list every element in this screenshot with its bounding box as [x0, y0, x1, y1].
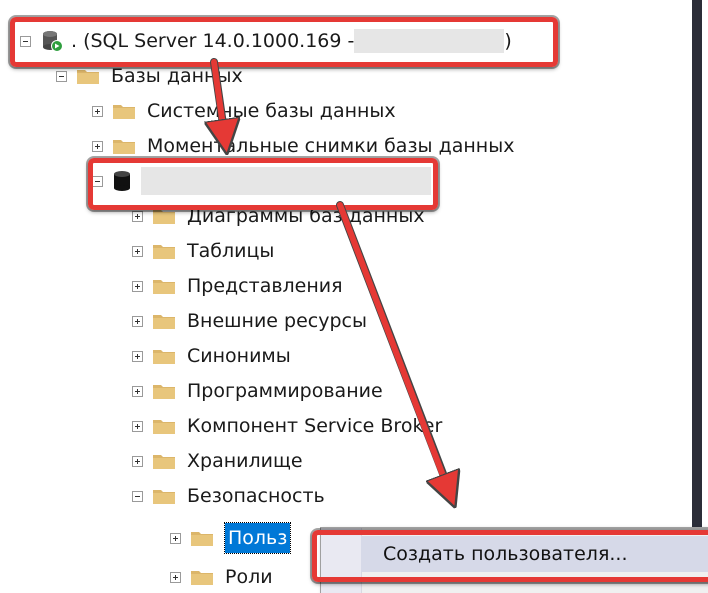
- expand-toggle[interactable]: [132, 245, 143, 257]
- folder-icon: [153, 208, 175, 224]
- folder-icon: [153, 418, 175, 434]
- folder-icon: [113, 103, 135, 119]
- tree-item-roles[interactable]: Роли: [170, 562, 273, 592]
- tree-item-label: Диаграммы баз данных: [187, 205, 425, 227]
- tree-item-label: Синонимы: [187, 345, 291, 367]
- tree-item-label: Представления: [187, 275, 343, 297]
- folder-icon: [77, 68, 99, 84]
- context-menu: Создать пользователя...: [320, 527, 708, 593]
- tree-item-label: Системные базы данных: [147, 100, 396, 122]
- object-explorer-tree: . (SQL Server 14.0.1000.169 - ) Базы дан…: [0, 0, 708, 592]
- database-node[interactable]: [92, 166, 431, 196]
- expand-toggle[interactable]: [170, 532, 181, 544]
- tree-item-users[interactable]: Польз: [170, 522, 292, 554]
- server-node[interactable]: . (SQL Server 14.0.1000.169 - ): [20, 26, 512, 56]
- server-node-close-paren: ): [504, 30, 512, 52]
- tree-item-service-broker[interactable]: Компонент Service Broker: [132, 411, 442, 441]
- tree-item-storage[interactable]: Хранилище: [132, 446, 303, 476]
- folder-icon: [153, 348, 175, 364]
- collapse-toggle[interactable]: [20, 35, 31, 47]
- expand-toggle[interactable]: [132, 385, 143, 397]
- tree-item-diagrams[interactable]: Диаграммы баз данных: [132, 201, 425, 231]
- tree-item-label: Таблицы: [187, 240, 275, 262]
- tree-item-label-selected: Польз: [223, 522, 292, 554]
- expand-toggle[interactable]: [132, 350, 143, 362]
- folder-icon: [153, 488, 175, 504]
- expand-toggle[interactable]: [170, 571, 181, 583]
- context-menu-gutter: [321, 528, 362, 593]
- folder-icon: [191, 530, 213, 546]
- collapse-toggle[interactable]: [92, 175, 103, 187]
- redacted-server-name: [354, 29, 505, 53]
- tree-item-external-resources[interactable]: Внешние ресурсы: [132, 306, 367, 336]
- tree-item-system-databases[interactable]: Системные базы данных: [92, 96, 396, 126]
- folder-icon: [113, 138, 135, 154]
- tree-item-label: Безопасность: [187, 485, 325, 507]
- expand-toggle[interactable]: [92, 105, 103, 117]
- tree-item-label: Программирование: [187, 380, 383, 402]
- databases-node[interactable]: Базы данных: [56, 61, 243, 91]
- tree-item-label: Моментальные снимки базы данных: [147, 135, 515, 157]
- folder-icon: [153, 453, 175, 469]
- tree-item-tables[interactable]: Таблицы: [132, 236, 274, 266]
- redacted-database-name: [141, 167, 431, 195]
- menu-item-create-user[interactable]: Создать пользователя...: [361, 536, 708, 572]
- tree-item-security[interactable]: Безопасность: [132, 481, 325, 511]
- databases-node-label: Базы данных: [111, 65, 243, 87]
- menu-item-label: Создать пользователя...: [383, 543, 628, 565]
- collapse-toggle[interactable]: [56, 70, 67, 82]
- folder-icon: [191, 569, 213, 585]
- server-node-label: . (SQL Server 14.0.1000.169 -: [71, 30, 355, 52]
- tree-item-label: Внешние ресурсы: [187, 310, 367, 332]
- tree-item-views[interactable]: Представления: [132, 271, 343, 301]
- expand-toggle[interactable]: [132, 280, 143, 292]
- expand-toggle[interactable]: [132, 210, 143, 222]
- expand-toggle[interactable]: [132, 420, 143, 432]
- tree-item-label: Роли: [225, 566, 273, 588]
- folder-icon: [153, 243, 175, 259]
- expand-toggle[interactable]: [132, 315, 143, 327]
- folder-icon: [153, 278, 175, 294]
- tree-item-label: Компонент Service Broker: [187, 415, 443, 437]
- database-icon: [113, 170, 131, 192]
- tree-item-programmability[interactable]: Программирование: [132, 376, 383, 406]
- tree-item-snapshots[interactable]: Моментальные снимки базы данных: [92, 131, 514, 161]
- panel-divider: [692, 0, 702, 592]
- folder-icon: [153, 313, 175, 329]
- tree-item-synonyms[interactable]: Синонимы: [132, 341, 291, 371]
- tree-item-label: Хранилище: [187, 450, 303, 472]
- expand-toggle[interactable]: [132, 455, 143, 467]
- collapse-toggle[interactable]: [132, 490, 143, 502]
- folder-icon: [153, 383, 175, 399]
- server-icon: [41, 30, 63, 52]
- expand-toggle[interactable]: [92, 140, 103, 152]
